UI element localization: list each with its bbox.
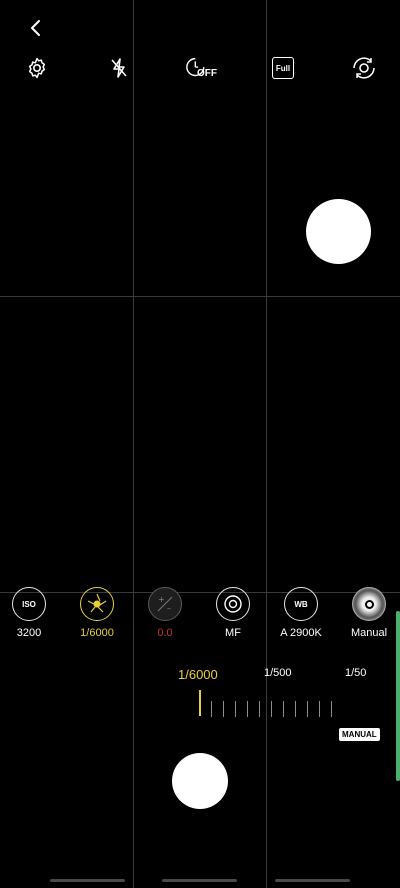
- shutter-scale-tick: [295, 701, 296, 717]
- exposure-control[interactable]: + – 0.0: [135, 587, 195, 639]
- flash-off-icon: [111, 58, 127, 78]
- grid-line-vertical-2: [266, 0, 267, 888]
- shutter-scale-label-500[interactable]: 1/500: [264, 667, 292, 679]
- grid-line-horizontal-1: [0, 296, 400, 297]
- focus-icon: [216, 587, 250, 621]
- shutter-scale-tick: [283, 701, 284, 717]
- shutter-scale-tick: [223, 701, 224, 717]
- settings-icon: [28, 57, 46, 79]
- nav-hint-right: [275, 879, 350, 882]
- svg-text:–: –: [167, 604, 171, 613]
- svg-text:+: +: [158, 595, 165, 604]
- shutter-scale-tick: [271, 701, 272, 717]
- focus-value: MF: [225, 627, 241, 639]
- iso-control[interactable]: ISO 3200: [0, 587, 59, 639]
- shutter-speed-value: 1/6000: [80, 627, 114, 639]
- aspect-ratio-button[interactable]: Full: [268, 53, 298, 83]
- timer-button[interactable]: OFF: [185, 53, 217, 83]
- grid-line-vertical-1: [133, 0, 134, 888]
- focus-control[interactable]: MF: [203, 587, 263, 639]
- manual-badge: MANUAL: [339, 728, 380, 741]
- switch-camera-icon: [353, 57, 375, 79]
- manual-control[interactable]: Manual: [339, 587, 399, 639]
- aperture-icon: [80, 587, 114, 621]
- shutter-scale-tick: [259, 701, 260, 717]
- shutter-scale-current-tick: [199, 690, 201, 716]
- nav-hint-center: [162, 879, 237, 882]
- exposure-icon: + –: [148, 587, 182, 621]
- shutter-scale-tick: [235, 701, 236, 717]
- settings-button[interactable]: [22, 53, 52, 83]
- iso-value: 3200: [16, 627, 42, 639]
- shutter-scale-tick: [247, 701, 248, 717]
- shutter-scale-tick: [211, 701, 212, 717]
- manual-value: Manual: [350, 627, 388, 639]
- back-button[interactable]: [22, 14, 50, 42]
- white-balance-value: A 2900K: [280, 627, 322, 639]
- shutter-scale-tick: [331, 701, 332, 717]
- nav-hint-left: [50, 879, 125, 882]
- manual-icon: [352, 587, 386, 621]
- iso-icon-label: ISO: [22, 599, 36, 609]
- side-panel-handle[interactable]: [396, 611, 400, 781]
- shutter-scale-label-50[interactable]: 1/50: [345, 667, 366, 679]
- shutter-button[interactable]: [172, 753, 228, 809]
- switch-camera-button[interactable]: [349, 53, 379, 83]
- timer-off-label: OFF: [197, 68, 217, 79]
- iso-icon: ISO: [12, 587, 46, 621]
- aspect-full-label: Full: [275, 63, 291, 73]
- shutter-scale-tick: [307, 701, 308, 717]
- exposure-value: 0.0: [157, 627, 173, 639]
- white-balance-icon: WB: [284, 587, 318, 621]
- white-balance-control[interactable]: WB A 2900K: [271, 587, 331, 639]
- shutter-scale-selected[interactable]: 1/6000: [178, 667, 218, 682]
- floating-shutter-button[interactable]: [306, 199, 371, 264]
- shutter-scale-tick: [319, 701, 320, 717]
- back-icon: [31, 20, 40, 36]
- aspect-full-icon: Full: [272, 57, 294, 79]
- flash-button[interactable]: [104, 53, 134, 83]
- white-balance-icon-label: WB: [294, 599, 308, 609]
- shutter-speed-control[interactable]: 1/6000: [67, 587, 127, 639]
